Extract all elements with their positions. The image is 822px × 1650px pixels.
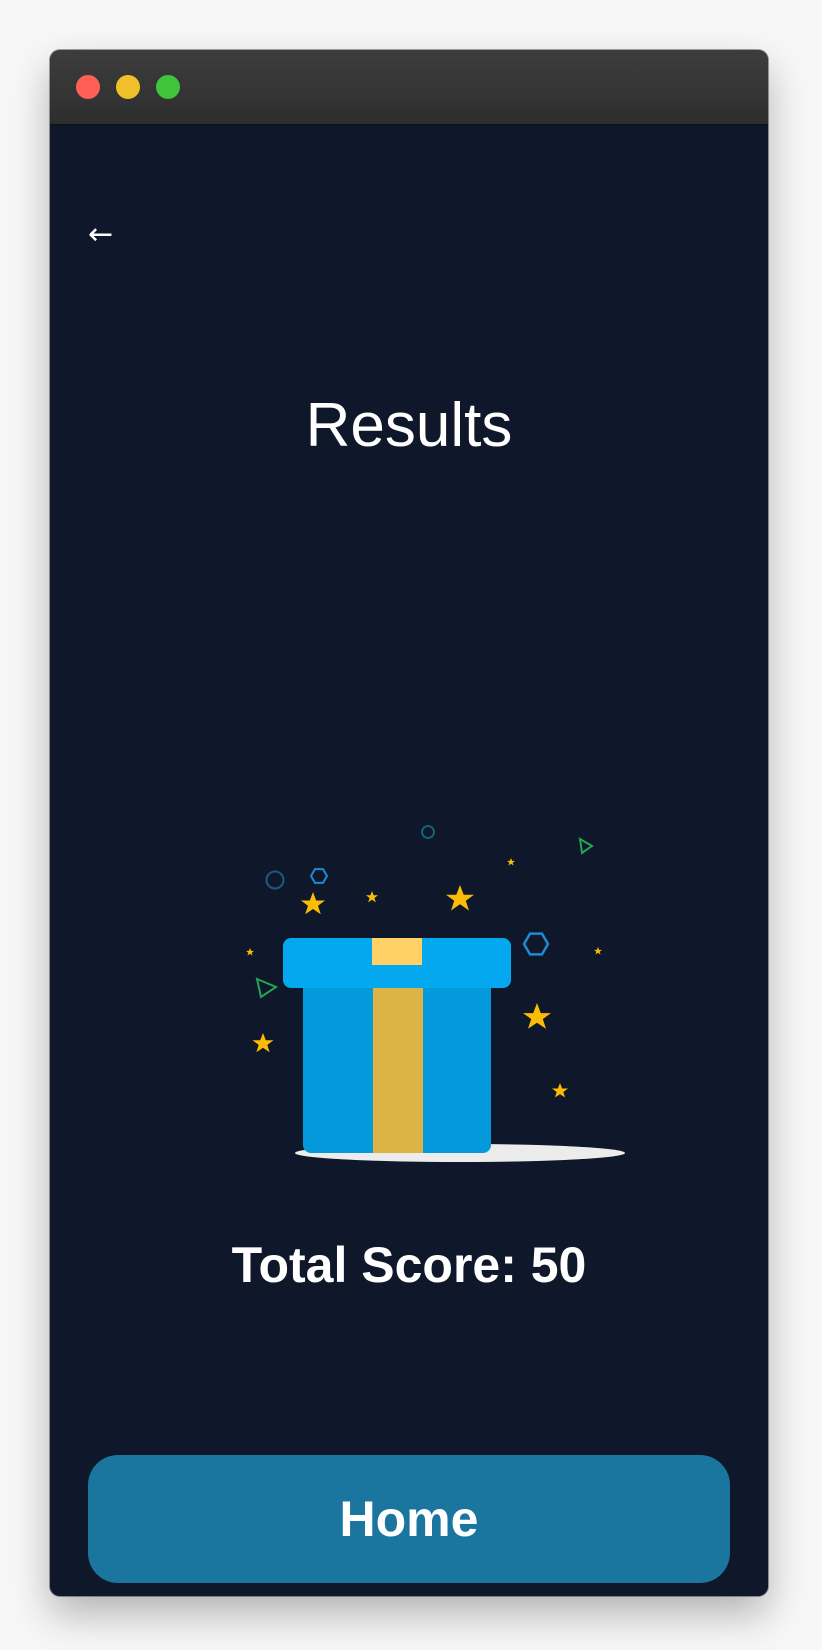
confetti-triangle — [255, 977, 279, 999]
star-icon — [507, 858, 515, 866]
star-icon — [301, 892, 325, 915]
star-icon — [594, 947, 602, 955]
star-icon — [523, 1003, 551, 1029]
star-icon — [446, 885, 474, 911]
back-arrow-icon[interactable]: ← — [88, 215, 128, 255]
app-window: ← Results Total Score: 50 Home — [50, 50, 768, 1596]
confetti-circle — [421, 825, 435, 839]
star-icon — [252, 1033, 274, 1053]
home-button[interactable]: Home — [88, 1455, 730, 1583]
gift-box-illustration — [246, 825, 625, 1162]
confetti-triangle — [578, 837, 594, 855]
maximize-window-button[interactable] — [156, 75, 180, 99]
title-bar — [50, 50, 768, 125]
minimize-window-button[interactable] — [116, 75, 140, 99]
page-title: Results — [305, 391, 513, 460]
gift-ribbon-top — [372, 938, 422, 965]
results-screen: ← Results Total Score: 50 Home — [50, 125, 768, 1596]
close-window-button[interactable] — [76, 75, 100, 99]
star-icon — [246, 948, 254, 956]
star-icon — [366, 891, 378, 903]
confetti-hexagon — [309, 868, 329, 884]
gift-ribbon — [373, 981, 423, 1153]
confetti-circle — [265, 870, 285, 890]
total-score-text: Total Score: 50 — [231, 1237, 587, 1293]
confetti-hexagon — [522, 932, 550, 956]
star-icon — [552, 1083, 568, 1098]
